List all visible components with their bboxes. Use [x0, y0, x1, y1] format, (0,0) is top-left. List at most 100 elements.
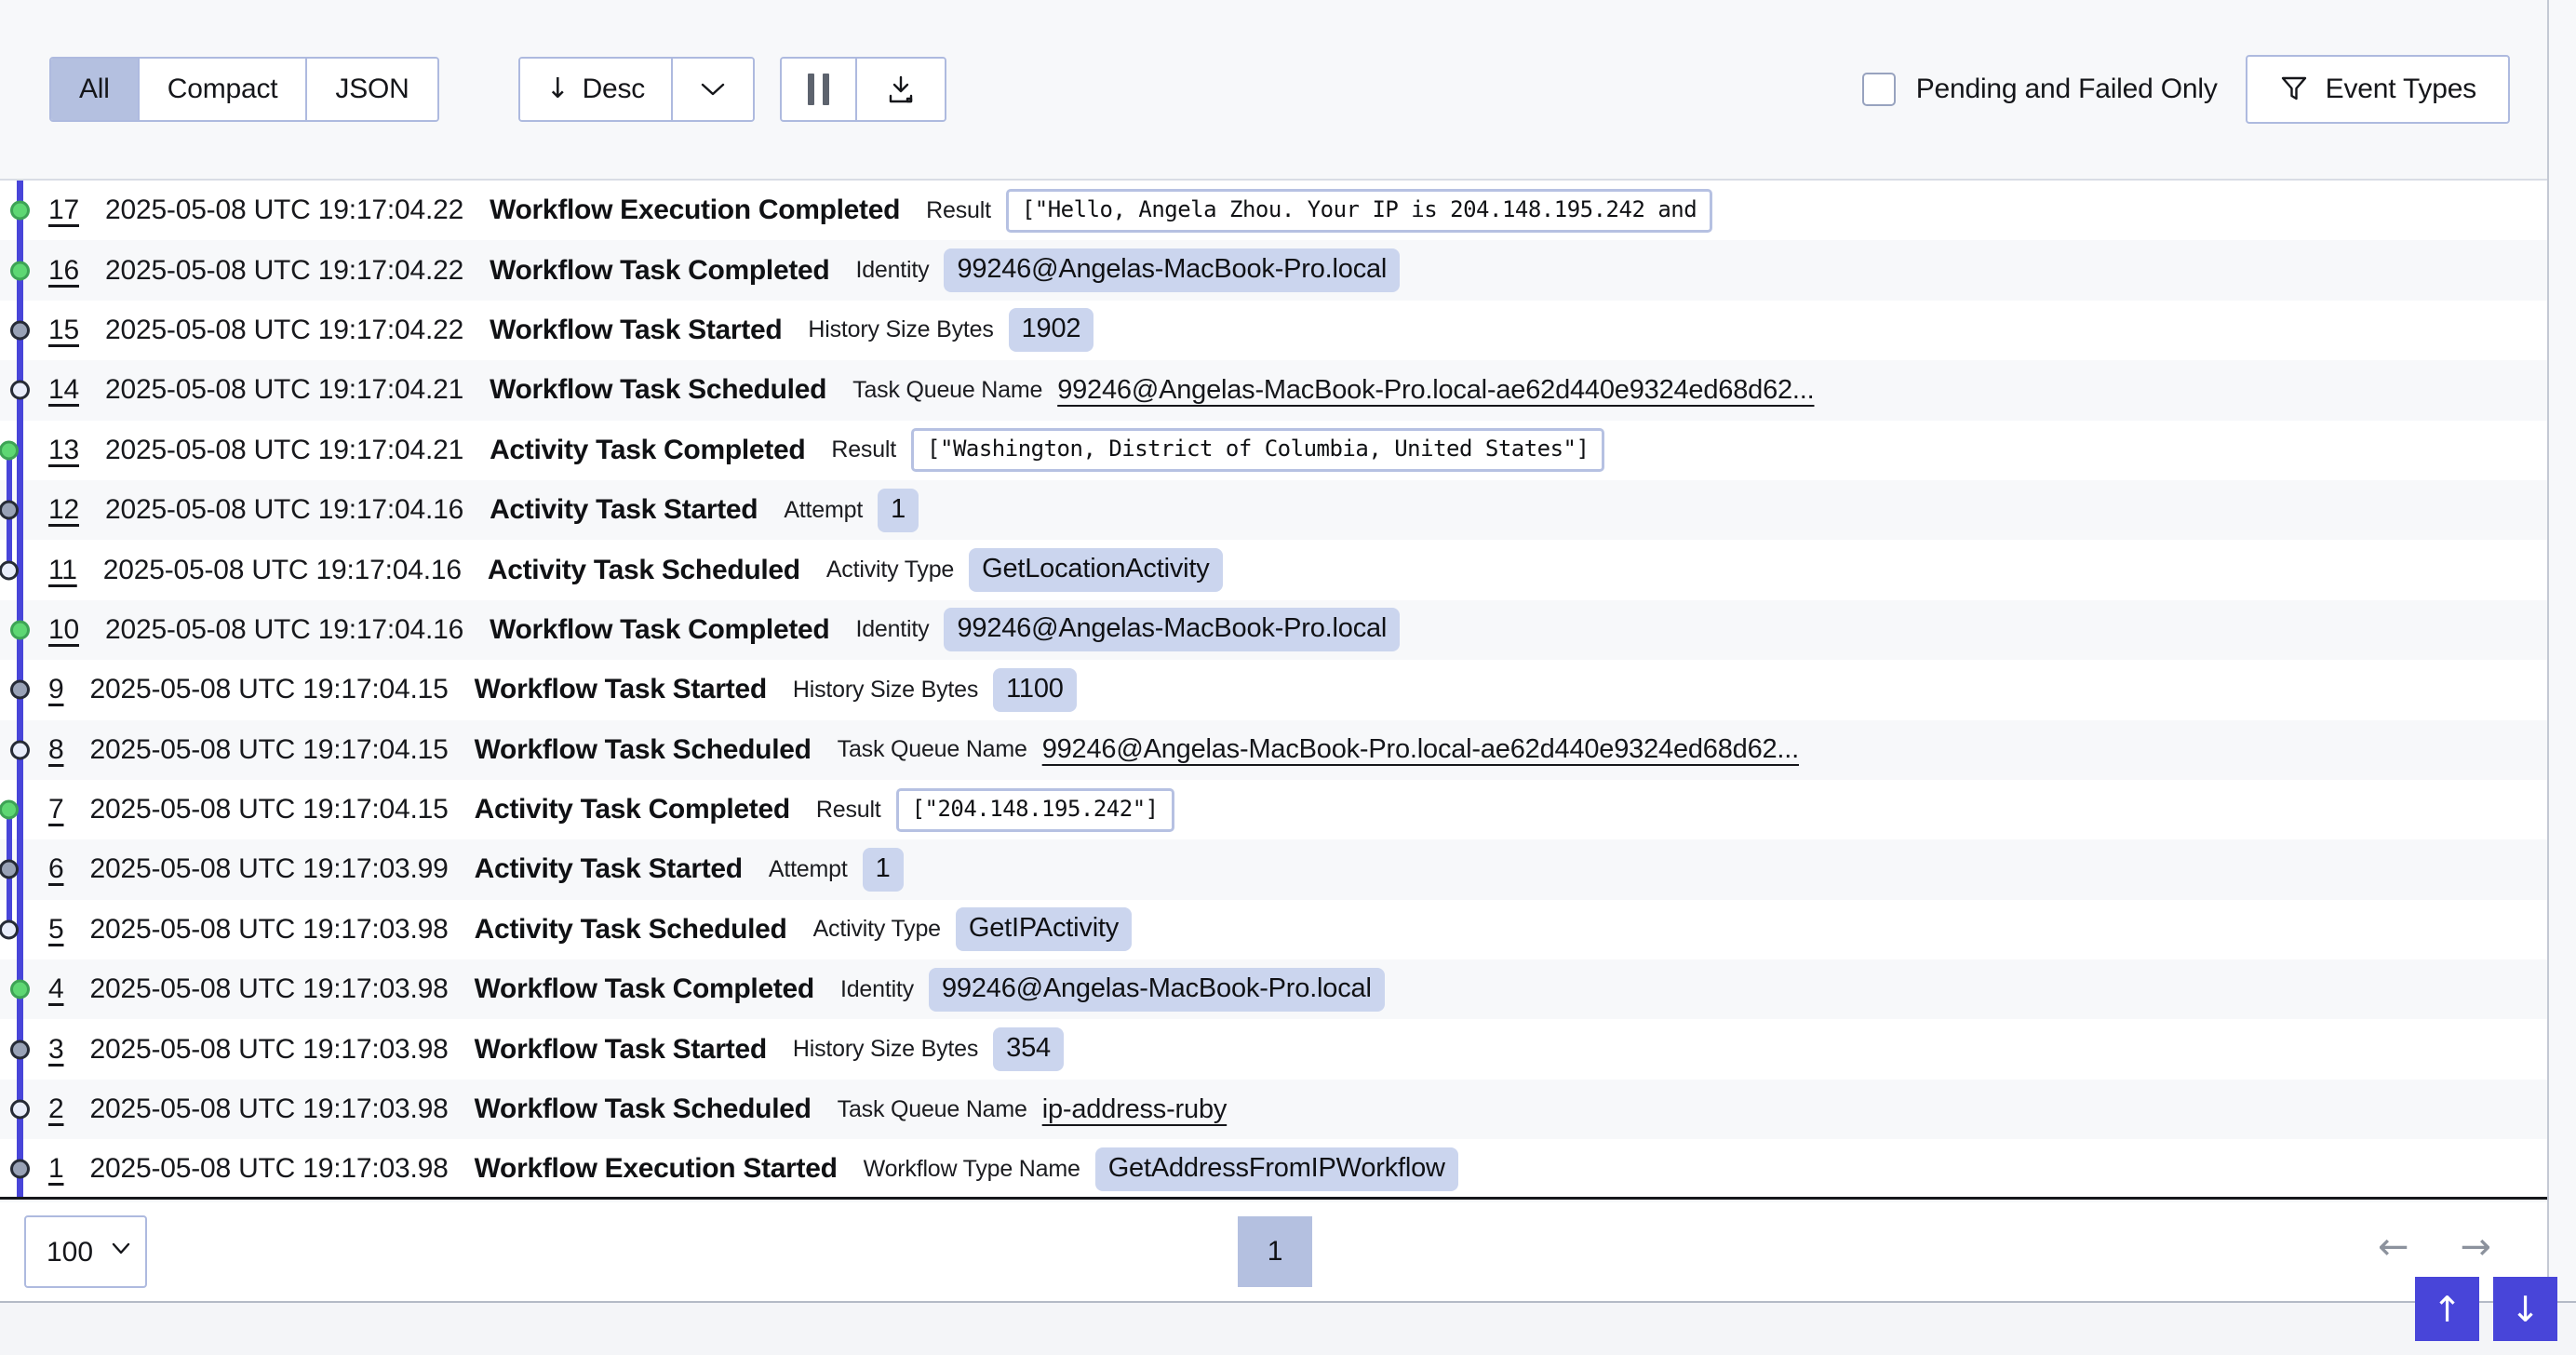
event-id-link[interactable]: 13 — [48, 435, 79, 466]
pause-button[interactable] — [782, 59, 857, 120]
event-attribute-label: Task Queue Name — [852, 377, 1042, 404]
event-id-link[interactable]: 1 — [48, 1153, 64, 1185]
event-attribute: Workflow Type Name GetAddressFromIPWorkf… — [864, 1147, 1458, 1191]
event-status-dot — [0, 440, 19, 460]
current-page-button[interactable]: 1 — [1238, 1216, 1312, 1287]
event-type: Workflow Task Scheduled — [475, 1093, 812, 1125]
event-row[interactable]: 5 2025-05-08 UTC 19:17:03.98 Activity Ta… — [0, 900, 2547, 959]
event-id-link[interactable]: 10 — [48, 614, 79, 646]
event-timestamp: 2025-05-08 UTC 19:17:04.22 — [105, 195, 463, 226]
event-row[interactable]: 7 2025-05-08 UTC 19:17:04.15 Activity Ta… — [0, 780, 2547, 839]
event-history-table: 17 2025-05-08 UTC 19:17:04.22 Workflow E… — [0, 181, 2547, 1200]
event-id-link[interactable]: 5 — [48, 914, 64, 946]
event-row[interactable]: 6 2025-05-08 UTC 19:17:03.99 Activity Ta… — [0, 839, 2547, 899]
view-mode-compact-button[interactable]: Compact — [140, 59, 308, 120]
event-attribute: Result ["Washington, District of Columbi… — [831, 428, 1604, 472]
event-type: Activity Task Scheduled — [488, 555, 800, 586]
event-row[interactable]: 11 2025-05-08 UTC 19:17:04.16 Activity T… — [0, 540, 2547, 599]
event-id-link[interactable]: 16 — [48, 255, 79, 287]
event-type: Workflow Task Completed — [490, 255, 829, 287]
event-id-link[interactable]: 6 — [48, 853, 64, 885]
event-status-dot — [0, 501, 19, 520]
event-id-link[interactable]: 3 — [48, 1034, 64, 1066]
event-attribute-label: Task Queue Name — [838, 1096, 1027, 1123]
event-row[interactable]: 16 2025-05-08 UTC 19:17:04.22 Workflow T… — [0, 240, 2547, 300]
download-button[interactable] — [857, 59, 945, 120]
event-attribute-label: History Size Bytes — [793, 677, 978, 704]
event-row[interactable]: 12 2025-05-08 UTC 19:17:04.16 Activity T… — [0, 480, 2547, 540]
view-mode-json-button[interactable]: JSON — [307, 59, 436, 120]
event-attribute: Identity 99246@Angelas-MacBook-Pro.local — [855, 248, 1400, 292]
event-attribute-value: 354 — [993, 1027, 1064, 1071]
view-mode-segmented-control: AllCompactJSON — [49, 57, 439, 122]
event-status-dot — [10, 740, 30, 759]
event-attribute-label: Result — [926, 197, 991, 224]
event-attribute: Identity 99246@Angelas-MacBook-Pro.local — [855, 608, 1400, 651]
event-attribute-value: ["204.148.195.242"] — [896, 788, 1174, 832]
event-id-link[interactable]: 14 — [48, 374, 79, 406]
next-page-arrow[interactable]: → — [2460, 1228, 2491, 1266]
event-id-link[interactable]: 11 — [48, 555, 77, 586]
event-attribute-value[interactable]: 99246@Angelas-MacBook-Pro.local-ae62d440… — [1042, 734, 1799, 765]
event-timestamp: 2025-05-08 UTC 19:17:03.98 — [90, 973, 449, 1005]
scroll-to-top-button[interactable]: ↑ — [2415, 1277, 2479, 1341]
event-id-link[interactable]: 7 — [48, 794, 64, 825]
event-timestamp: 2025-05-08 UTC 19:17:04.22 — [105, 315, 463, 346]
event-timestamp: 2025-05-08 UTC 19:17:03.98 — [90, 1153, 449, 1185]
arrow-down-icon: ↓ — [2511, 1292, 2541, 1327]
event-id-link[interactable]: 12 — [48, 494, 79, 526]
chevron-down-icon — [699, 81, 727, 98]
event-row[interactable]: 2 2025-05-08 UTC 19:17:03.98 Workflow Ta… — [0, 1080, 2547, 1139]
pause-icon — [808, 74, 829, 105]
sort-dropdown-button[interactable] — [673, 59, 753, 120]
event-row[interactable]: 9 2025-05-08 UTC 19:17:04.15 Workflow Ta… — [0, 660, 2547, 719]
event-attribute-label: Result — [831, 436, 896, 463]
event-row[interactable]: 13 2025-05-08 UTC 19:17:04.21 Activity T… — [0, 421, 2547, 480]
event-row[interactable]: 4 2025-05-08 UTC 19:17:03.98 Workflow Ta… — [0, 959, 2547, 1019]
event-row[interactable]: 17 2025-05-08 UTC 19:17:04.22 Workflow E… — [0, 181, 2547, 240]
previous-page-arrow[interactable]: ← — [2378, 1228, 2409, 1266]
event-id-link[interactable]: 8 — [48, 734, 64, 766]
toolbar-left-group: AllCompactJSON ↓ Desc — [49, 57, 946, 122]
event-type: Workflow Task Completed — [475, 973, 814, 1005]
event-status-dot — [0, 800, 19, 820]
event-type: Workflow Task Completed — [490, 614, 829, 646]
event-row[interactable]: 8 2025-05-08 UTC 19:17:04.15 Workflow Ta… — [0, 720, 2547, 780]
event-attribute-value: GetIPActivity — [956, 907, 1132, 951]
event-id-link[interactable]: 15 — [48, 315, 79, 346]
event-timestamp: 2025-05-08 UTC 19:17:04.22 — [105, 255, 463, 287]
event-type: Workflow Execution Completed — [490, 195, 900, 226]
event-id-link[interactable]: 4 — [48, 973, 64, 1005]
event-attribute-value[interactable]: 99246@Angelas-MacBook-Pro.local-ae62d440… — [1057, 375, 1814, 406]
event-attribute-label: Attempt — [769, 856, 848, 883]
event-type: Workflow Task Started — [490, 315, 782, 346]
event-attribute-value: 99246@Angelas-MacBook-Pro.local — [944, 608, 1400, 651]
event-row[interactable]: 10 2025-05-08 UTC 19:17:04.16 Workflow T… — [0, 600, 2547, 660]
event-types-filter-button[interactable]: Event Types — [2246, 55, 2510, 124]
event-timestamp: 2025-05-08 UTC 19:17:04.15 — [90, 734, 449, 766]
event-timestamp: 2025-05-08 UTC 19:17:04.16 — [103, 555, 462, 586]
event-attribute-value: GetAddressFromIPWorkflow — [1095, 1147, 1458, 1191]
sort-desc-button[interactable]: ↓ Desc — [520, 59, 674, 120]
view-mode-all-button[interactable]: All — [51, 59, 140, 120]
event-row[interactable]: 1 2025-05-08 UTC 19:17:03.98 Workflow Ex… — [0, 1139, 2547, 1199]
event-attribute-value[interactable]: ip-address-ruby — [1042, 1094, 1227, 1125]
footer-strip — [0, 1303, 2576, 1355]
event-type: Activity Task Scheduled — [475, 914, 787, 946]
event-row[interactable]: 15 2025-05-08 UTC 19:17:04.22 Workflow T… — [0, 301, 2547, 360]
event-attribute-label: History Size Bytes — [793, 1036, 978, 1063]
event-timestamp: 2025-05-08 UTC 19:17:04.15 — [90, 674, 449, 705]
event-id-link[interactable]: 2 — [48, 1093, 64, 1125]
event-row[interactable]: 14 2025-05-08 UTC 19:17:04.21 Workflow T… — [0, 360, 2547, 420]
page-size-select[interactable]: 100 — [24, 1215, 147, 1288]
event-attribute-label: Task Queue Name — [838, 736, 1027, 763]
event-id-link[interactable]: 9 — [48, 674, 64, 705]
scroll-to-bottom-button[interactable]: ↓ — [2493, 1277, 2557, 1341]
event-attribute: Attempt 1 — [784, 489, 919, 532]
event-row[interactable]: 3 2025-05-08 UTC 19:17:03.98 Workflow Ta… — [0, 1019, 2547, 1079]
pending-failed-checkbox[interactable] — [1862, 73, 1896, 106]
event-status-dot — [10, 1040, 30, 1059]
filter-funnel-icon — [2279, 74, 2309, 104]
event-id-link[interactable]: 17 — [48, 195, 79, 226]
event-attribute-label: Result — [816, 797, 881, 824]
